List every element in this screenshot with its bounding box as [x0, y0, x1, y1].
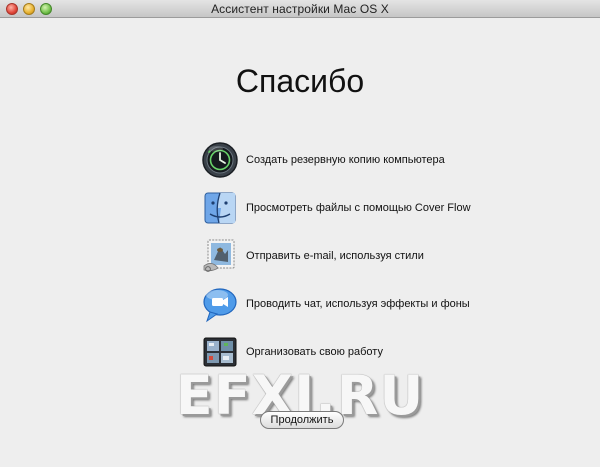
setup-assistant-window: Ассистент настройки Mac OS X Спасибо Соз…	[0, 0, 600, 467]
feature-list: Создать резервную копию компьютера Просм…	[200, 136, 540, 376]
title-bar[interactable]: Ассистент настройки Mac OS X	[0, 0, 600, 18]
window-title: Ассистент настройки Mac OS X	[211, 2, 389, 16]
feature-item-mail[interactable]: Отправить e-mail, используя стили	[200, 232, 540, 280]
time-machine-icon	[200, 140, 240, 180]
ichat-icon	[200, 284, 240, 324]
feature-label: Отправить e-mail, используя стили	[246, 250, 424, 262]
feature-label: Создать резервную копию компьютера	[246, 154, 445, 166]
feature-label: Организовать свою работу	[246, 346, 383, 358]
finder-icon	[200, 188, 240, 228]
feature-item-cover-flow[interactable]: Просмотреть файлы с помощью Cover Flow	[200, 184, 540, 232]
continue-button[interactable]: Продолжить	[260, 411, 344, 429]
feature-label: Проводить чат, используя эффекты и фоны	[246, 298, 470, 310]
mail-icon	[200, 236, 240, 276]
feature-label: Просмотреть файлы с помощью Cover Flow	[246, 202, 471, 214]
feature-item-backup[interactable]: Создать резервную копию компьютера	[200, 136, 540, 184]
main-content: Спасибо Создать резервную копию компьюте…	[0, 18, 600, 467]
feature-item-ichat[interactable]: Проводить чат, используя эффекты и фоны	[200, 280, 540, 328]
page-title: Спасибо	[235, 63, 365, 99]
